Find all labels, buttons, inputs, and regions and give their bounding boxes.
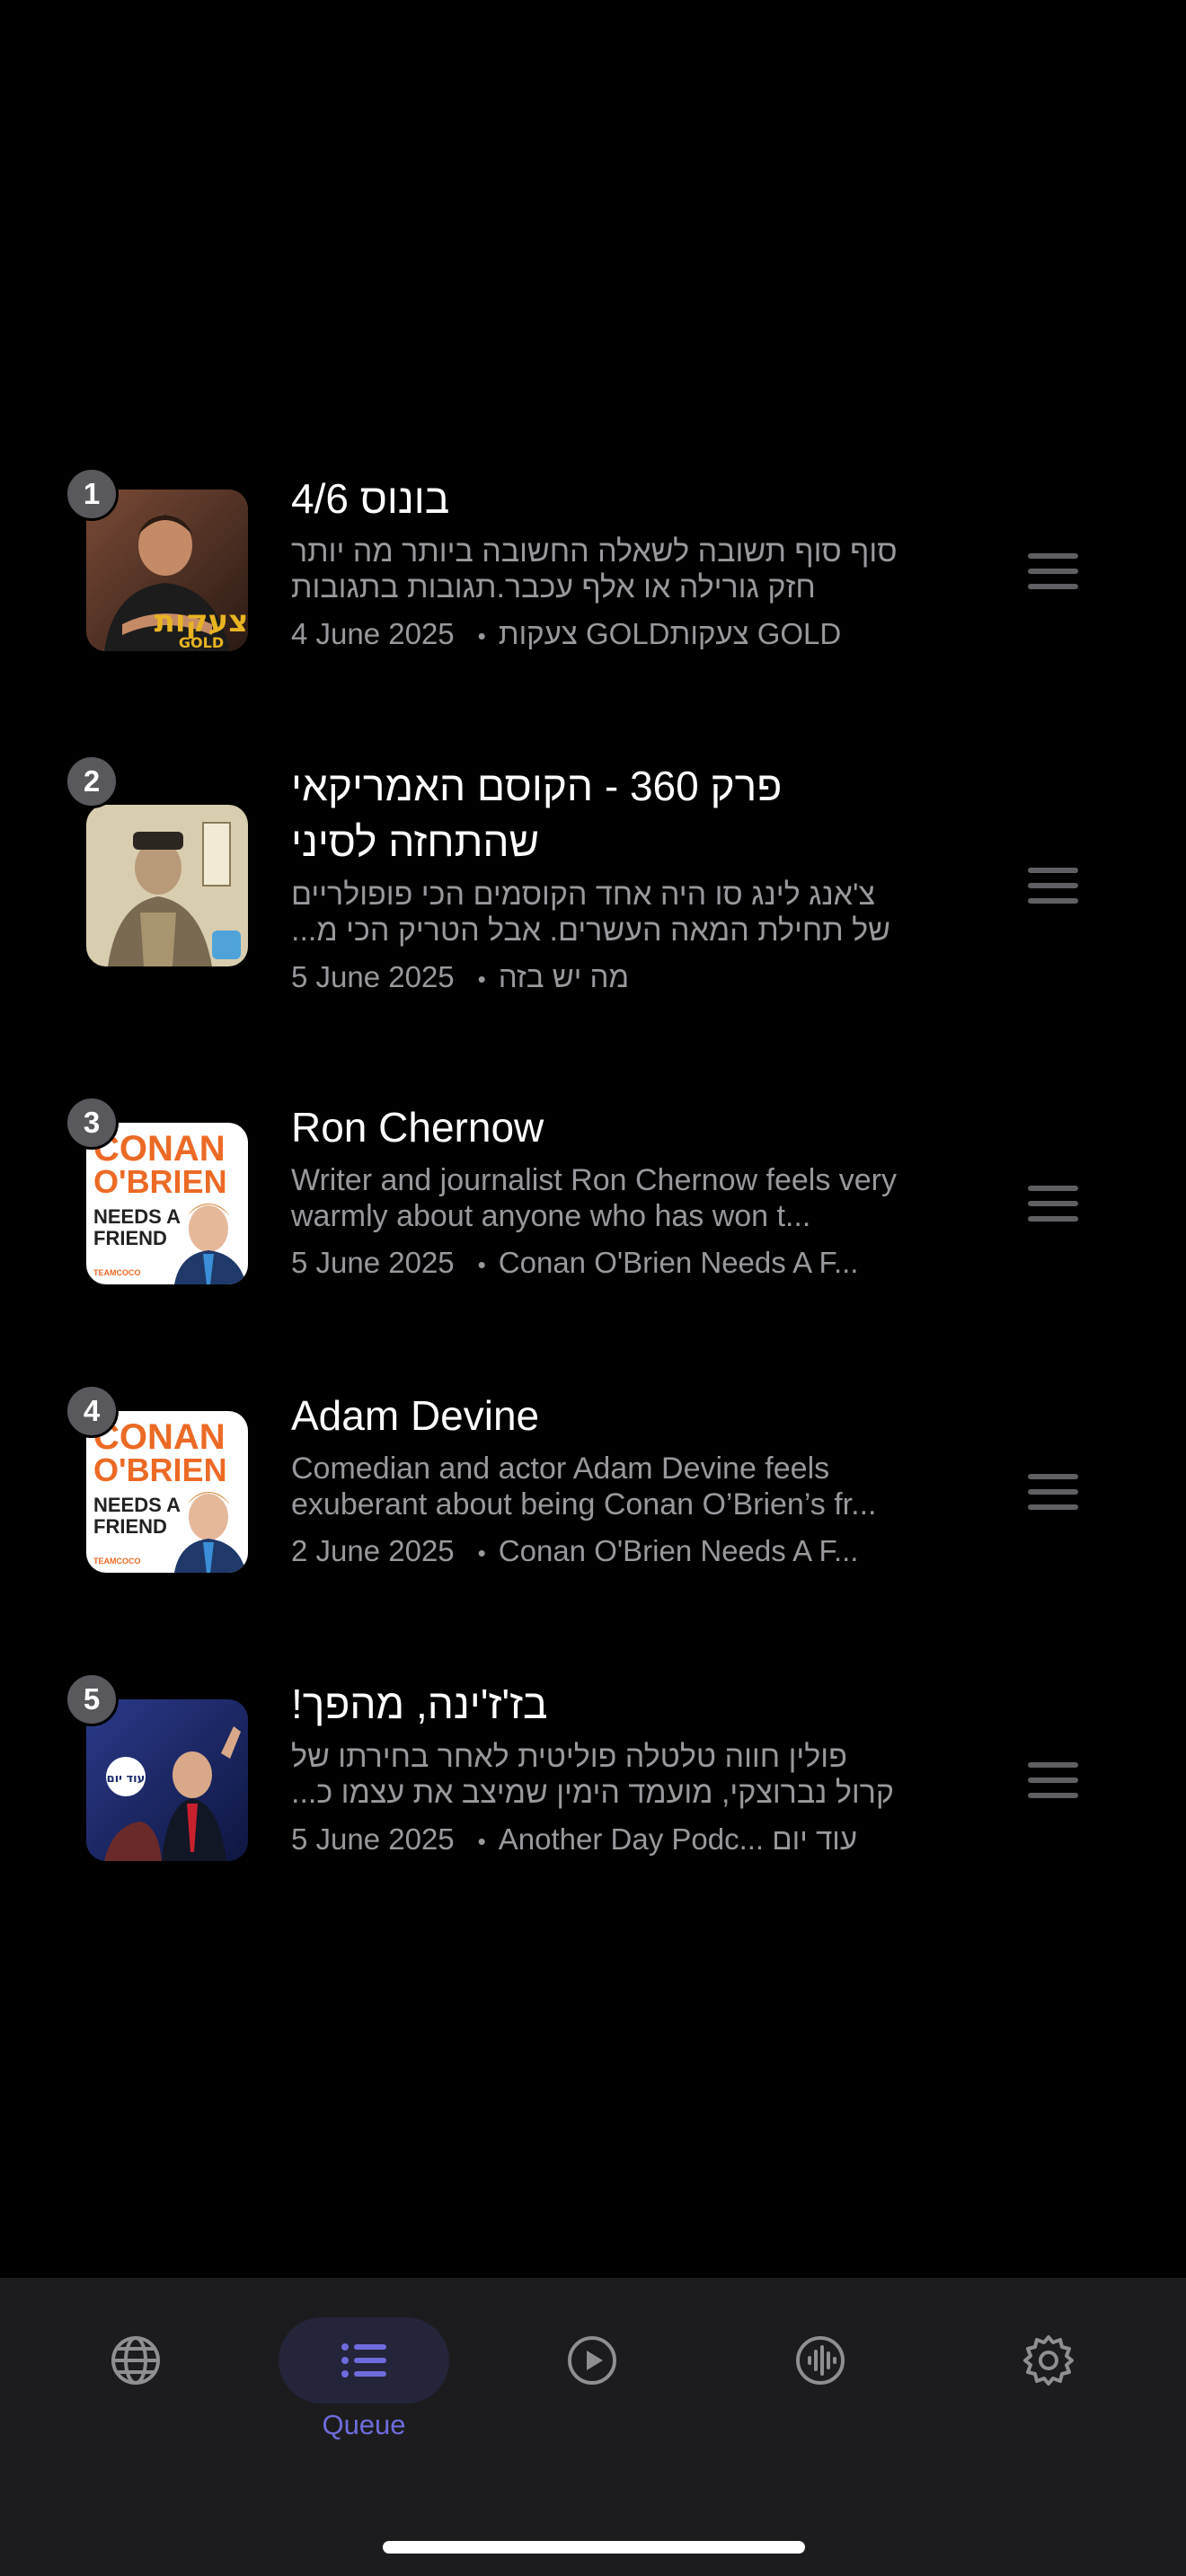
drag-handle-icon[interactable] <box>1028 1186 1078 1222</box>
drag-handle-icon[interactable] <box>1028 1762 1078 1798</box>
queue-item[interactable]: 1 צעקות GOLD בונוס 4/6 סוף סוף תשובה לשא… <box>0 467 1186 737</box>
tab-discover[interactable] <box>46 2317 226 2470</box>
episode-title: פרק 360 - הקוסם האמריקאי שהתחזה לסיני <box>291 763 783 865</box>
episode-meta: 4 June 2025 • צעקות GOLDצעקות GOLD <box>291 617 842 650</box>
episode-title: Adam Devine <box>291 1392 540 1439</box>
episode-meta: 2 June 2025 • Conan O'Brien Needs A F... <box>291 1534 859 1567</box>
episode-artwork: CONAN O'BRIEN NEEDS A FRIEND TEAMCOCO <box>86 1411 248 1573</box>
artwork-brand: TEAMCOCO <box>93 1268 141 1277</box>
episode-meta: 5 June 2025 • Another Day Podc... עוד יום <box>291 1822 858 1856</box>
episode-artwork: עוד יום <box>86 1699 248 1861</box>
artwork-brand: TEAMCOCO <box>93 1557 141 1566</box>
artwork-title-line2: O'BRIEN <box>93 1451 227 1488</box>
episode-meta: 5 June 2025 • מה יש בזה <box>291 960 630 993</box>
waveform-icon <box>796 2336 845 2385</box>
episode-meta: 5 June 2025 • Conan O'Brien Needs A F... <box>291 1246 859 1279</box>
tab-settings[interactable] <box>959 2317 1138 2470</box>
episode-date: 4 June 2025 <box>291 617 455 650</box>
episode-description: Comedian and actor Adam Devine feels exu… <box>291 1451 877 1522</box>
episode-description: Writer and journalist Ron Chernow feels … <box>291 1163 897 1233</box>
podcast-name: Conan O'Brien Needs A F... <box>498 1246 859 1279</box>
queue-position-badge: 5 <box>65 1672 119 1726</box>
episode-description: פולין חווה טלטלה פוליטית לאחר בחירתו של … <box>291 1740 894 1810</box>
episode-text: Ron Chernow Writer and journalist Ron Ch… <box>291 1099 902 1284</box>
podcast-name: Another Day Podc... עוד יום <box>498 1822 858 1856</box>
artwork-title-line4: FRIEND <box>93 1227 167 1249</box>
episode-date: 2 June 2025 <box>291 1534 455 1567</box>
episode-title: בז'ז'ינה, מהפך! <box>291 1681 548 1727</box>
artwork-title-line3: NEEDS A <box>93 1494 181 1516</box>
episode-text: בז'ז'ינה, מהפך! פולין חווה טלטלה פוליטית… <box>291 1676 902 1861</box>
tab-bar: Queue <box>0 2278 1186 2576</box>
list-icon <box>341 2343 386 2378</box>
gear-icon <box>1023 2335 1074 2386</box>
artwork-title-line2: O'BRIEN <box>93 1163 227 1200</box>
tab-label: Queue <box>322 2409 406 2440</box>
queue-position-badge: 3 <box>65 1096 119 1150</box>
queue-item[interactable]: 4 CONAN O'BRIEN NEEDS A FRIEND TEAMCOCO … <box>0 1384 1186 1654</box>
drag-handle-icon[interactable] <box>1028 1474 1078 1510</box>
episode-date: 5 June 2025 <box>291 1246 455 1279</box>
queue-position-badge: 2 <box>65 754 119 808</box>
tab-queue[interactable]: Queue <box>274 2317 454 2470</box>
artwork-logo-gold: GOLD <box>179 634 224 651</box>
queue-item[interactable]: 3 CONAN O'BRIEN NEEDS A FRIEND TEAMCOCO … <box>0 1096 1186 1365</box>
queue-item[interactable]: 5 עוד יום בז'ז'ינה, מהפך! פולין חווה טלט… <box>0 1672 1186 1942</box>
tab-now-playing[interactable] <box>502 2317 682 2470</box>
queue-position-badge: 4 <box>65 1384 119 1438</box>
episode-artwork <box>86 805 248 966</box>
episode-text: Adam Devine Comedian and actor Adam Devi… <box>291 1388 902 1573</box>
tab-podcasts[interactable] <box>730 2317 910 2470</box>
episode-text: בונוס 4/6 סוף סוף תשובה לשאלה החשובה ביו… <box>291 471 902 656</box>
play-circle-icon <box>568 2336 616 2385</box>
podcast-name: מה יש בזה <box>498 960 630 993</box>
screen: 1 צעקות GOLD בונוס 4/6 סוף סוף תשובה לשא… <box>0 0 1186 2576</box>
episode-text: פרק 360 - הקוסם האמריקאי שהתחזה לסיני צ'… <box>291 758 902 999</box>
episode-title: בונוס 4/6 <box>291 475 450 522</box>
artwork-title-line3: NEEDS A <box>93 1205 181 1228</box>
home-indicator[interactable] <box>383 2541 805 2554</box>
podcast-name: Conan O'Brien Needs A F... <box>498 1534 859 1567</box>
artwork-title-line4: FRIEND <box>93 1515 167 1538</box>
artwork-logo-text: עוד יום <box>107 1772 146 1786</box>
queue-position-badge: 1 <box>65 467 119 521</box>
episode-date: 5 June 2025 <box>291 1822 455 1856</box>
globe-icon <box>111 2336 160 2385</box>
episode-title: Ron Chernow <box>291 1104 544 1151</box>
drag-handle-icon[interactable] <box>1028 868 1078 904</box>
queue-item[interactable]: 2 פרק 360 - הקוסם האמריקאי שהתחזה לסיני … <box>0 754 1186 1024</box>
drag-handle-icon[interactable] <box>1028 553 1078 589</box>
episode-artwork: צעקות GOLD <box>86 490 248 651</box>
podcast-name: צעקות GOLDצעקות GOLD <box>498 617 842 650</box>
episode-description: סוף סוף תשובה לשאלה החשובה ביותר מה יותר… <box>291 534 898 604</box>
episode-artwork: CONAN O'BRIEN NEEDS A FRIEND TEAMCOCO <box>86 1123 248 1284</box>
episode-date: 5 June 2025 <box>291 960 455 993</box>
episode-description: צ'אנג לינג סו היה אחד הקוסמים הכי פופולר… <box>291 878 891 948</box>
